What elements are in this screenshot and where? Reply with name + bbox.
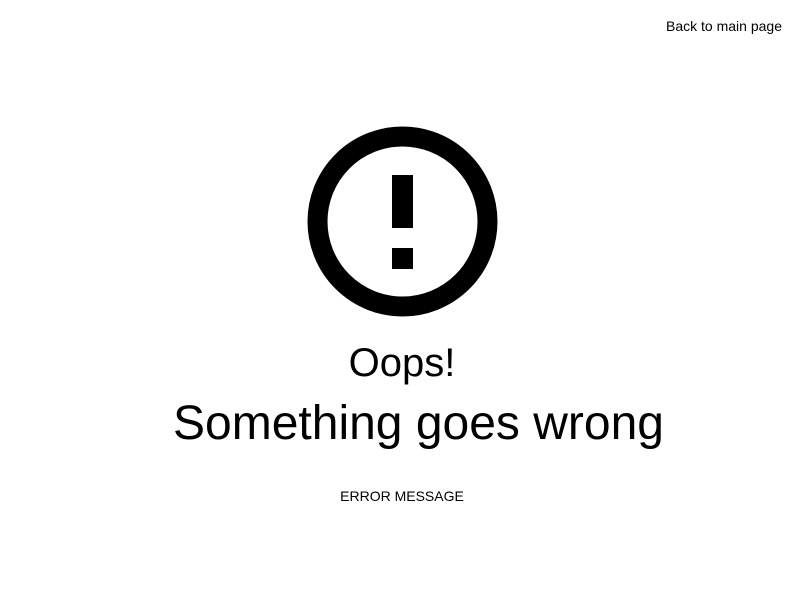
alert-exclamation-bar xyxy=(392,175,413,228)
error-headline: Something goes wrong xyxy=(173,397,664,450)
exclamation-circle-icon xyxy=(307,126,498,317)
error-message-text: ERROR MESSAGE xyxy=(340,488,464,504)
oops-heading: Oops! xyxy=(348,341,456,385)
alert-exclamation-dot xyxy=(392,248,413,269)
back-to-main-page-link[interactable]: Back to main page xyxy=(666,17,782,35)
